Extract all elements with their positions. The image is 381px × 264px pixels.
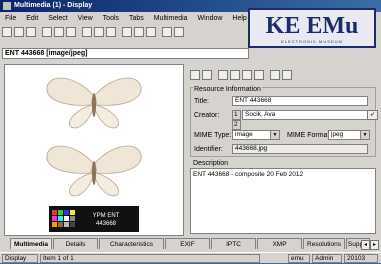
menu-window[interactable]: Window — [198, 15, 223, 22]
mime-format-label: MIME Format: — [287, 132, 332, 139]
details-view-icon[interactable] — [134, 27, 144, 37]
tab-exif[interactable]: EXIF — [165, 238, 210, 249]
menu-tabs[interactable]: Tabs — [129, 15, 144, 22]
attach-icon[interactable] — [218, 70, 228, 80]
status-locale: emu — [288, 254, 310, 263]
edit-icon[interactable] — [230, 70, 240, 80]
mime-format-select[interactable]: jpeg ▼ — [328, 130, 370, 140]
save-image-icon[interactable] — [254, 70, 264, 80]
lookup-icon[interactable]: ➶ — [367, 110, 378, 120]
tab-multimedia[interactable]: Multimedia — [10, 238, 52, 249]
delete-icon[interactable] — [54, 27, 64, 37]
ke-emu-logo: KE EMu ELECTRONIC MUSEUM — [248, 8, 376, 48]
tab-scroll-right-icon[interactable]: ▸ — [370, 240, 379, 250]
mime-format-value: jpeg — [331, 131, 344, 138]
list-view-icon[interactable] — [122, 27, 132, 37]
chevron-down-icon[interactable]: ▼ — [360, 131, 369, 139]
tab-xmp[interactable]: XMP — [257, 238, 302, 249]
resource-heading: Resource Information — [193, 86, 262, 93]
specimen-caption-line2: 443668 — [96, 221, 117, 227]
menu-help[interactable]: Help — [232, 15, 246, 22]
filter-icon[interactable] — [106, 27, 116, 37]
description-field[interactable]: ENT 443668 - composite 20 Feb 2012 — [190, 168, 376, 234]
record-title-bar: ENT 443668 [image/jpeg] — [2, 48, 249, 59]
sort-icon[interactable] — [82, 27, 92, 37]
image-viewer[interactable]: YPM ENT 443668 — [4, 64, 184, 236]
properties-icon[interactable] — [242, 70, 252, 80]
status-mode: Display — [2, 254, 38, 263]
title-label: Title: — [194, 98, 209, 105]
first-image-icon[interactable] — [270, 70, 280, 80]
creator-field[interactable]: Socik, Ava — [242, 110, 368, 120]
tab-resolutions[interactable]: Resolutions — [303, 238, 345, 249]
tab-iptc[interactable]: IPTC — [211, 238, 256, 249]
chevron-down-icon[interactable]: ▼ — [270, 131, 279, 139]
specimen-caption-line1: YPM ENT — [93, 213, 120, 219]
identifier-field: 443668.jpg — [232, 144, 368, 154]
cancel-icon[interactable] — [26, 27, 36, 37]
save-icon[interactable] — [14, 27, 24, 37]
tab-characteristics[interactable]: Characteristics — [99, 238, 164, 249]
previous-record-icon[interactable] — [174, 27, 184, 37]
menu-select[interactable]: Select — [48, 15, 67, 22]
menu-view[interactable]: View — [78, 15, 93, 22]
identifier-label: Identifier: — [194, 146, 223, 153]
creator-label: Creator: — [194, 112, 220, 119]
title-field[interactable]: ENT 443668 — [232, 96, 368, 106]
multimedia-window: Multimedia (1) - Display File Edit Selec… — [0, 0, 381, 263]
creator-index: 1 — [232, 110, 241, 120]
page-view-icon[interactable] — [146, 27, 156, 37]
image-tool-icon[interactable] — [190, 70, 200, 80]
link-icon[interactable] — [202, 70, 212, 80]
logo-subtitle: ELECTRONIC MUSEUM — [281, 39, 343, 44]
first-record-icon[interactable] — [162, 27, 172, 37]
search-icon[interactable] — [42, 27, 52, 37]
new-icon[interactable] — [2, 27, 12, 37]
menu-tools[interactable]: Tools — [103, 15, 119, 22]
mime-type-value: image — [235, 131, 253, 138]
logo-text: KE EMu — [265, 13, 359, 39]
mime-type-label: MIME Type: — [194, 132, 232, 139]
app-icon — [3, 2, 11, 10]
copy-icon[interactable] — [94, 27, 104, 37]
status-user: Admin — [312, 254, 342, 263]
status-item: Item 1 of 1 — [40, 254, 260, 263]
mime-type-select[interactable]: image ▼ — [232, 130, 280, 140]
status-number: 20103 — [344, 254, 378, 263]
previous-image-icon[interactable] — [282, 70, 292, 80]
creator-next-index: 2 — [232, 120, 241, 130]
menu-edit[interactable]: Edit — [26, 15, 38, 22]
specimen-image: YPM ENT 443668 — [5, 65, 183, 235]
window-title: Multimedia (1) - Display — [14, 2, 93, 9]
menu-bar: File Edit Select View Tools Tabs Multime… — [0, 13, 250, 24]
menu-file[interactable]: File — [5, 15, 16, 22]
status-bar: Display Item 1 of 1 emu Admin 20103 — [0, 252, 381, 264]
description-heading: Description — [193, 160, 229, 167]
tab-scroll-left-icon[interactable]: ◂ — [361, 240, 370, 250]
menu-multimedia[interactable]: Multimedia — [154, 15, 188, 22]
tab-details[interactable]: Details — [53, 238, 98, 249]
report-icon[interactable] — [66, 27, 76, 37]
